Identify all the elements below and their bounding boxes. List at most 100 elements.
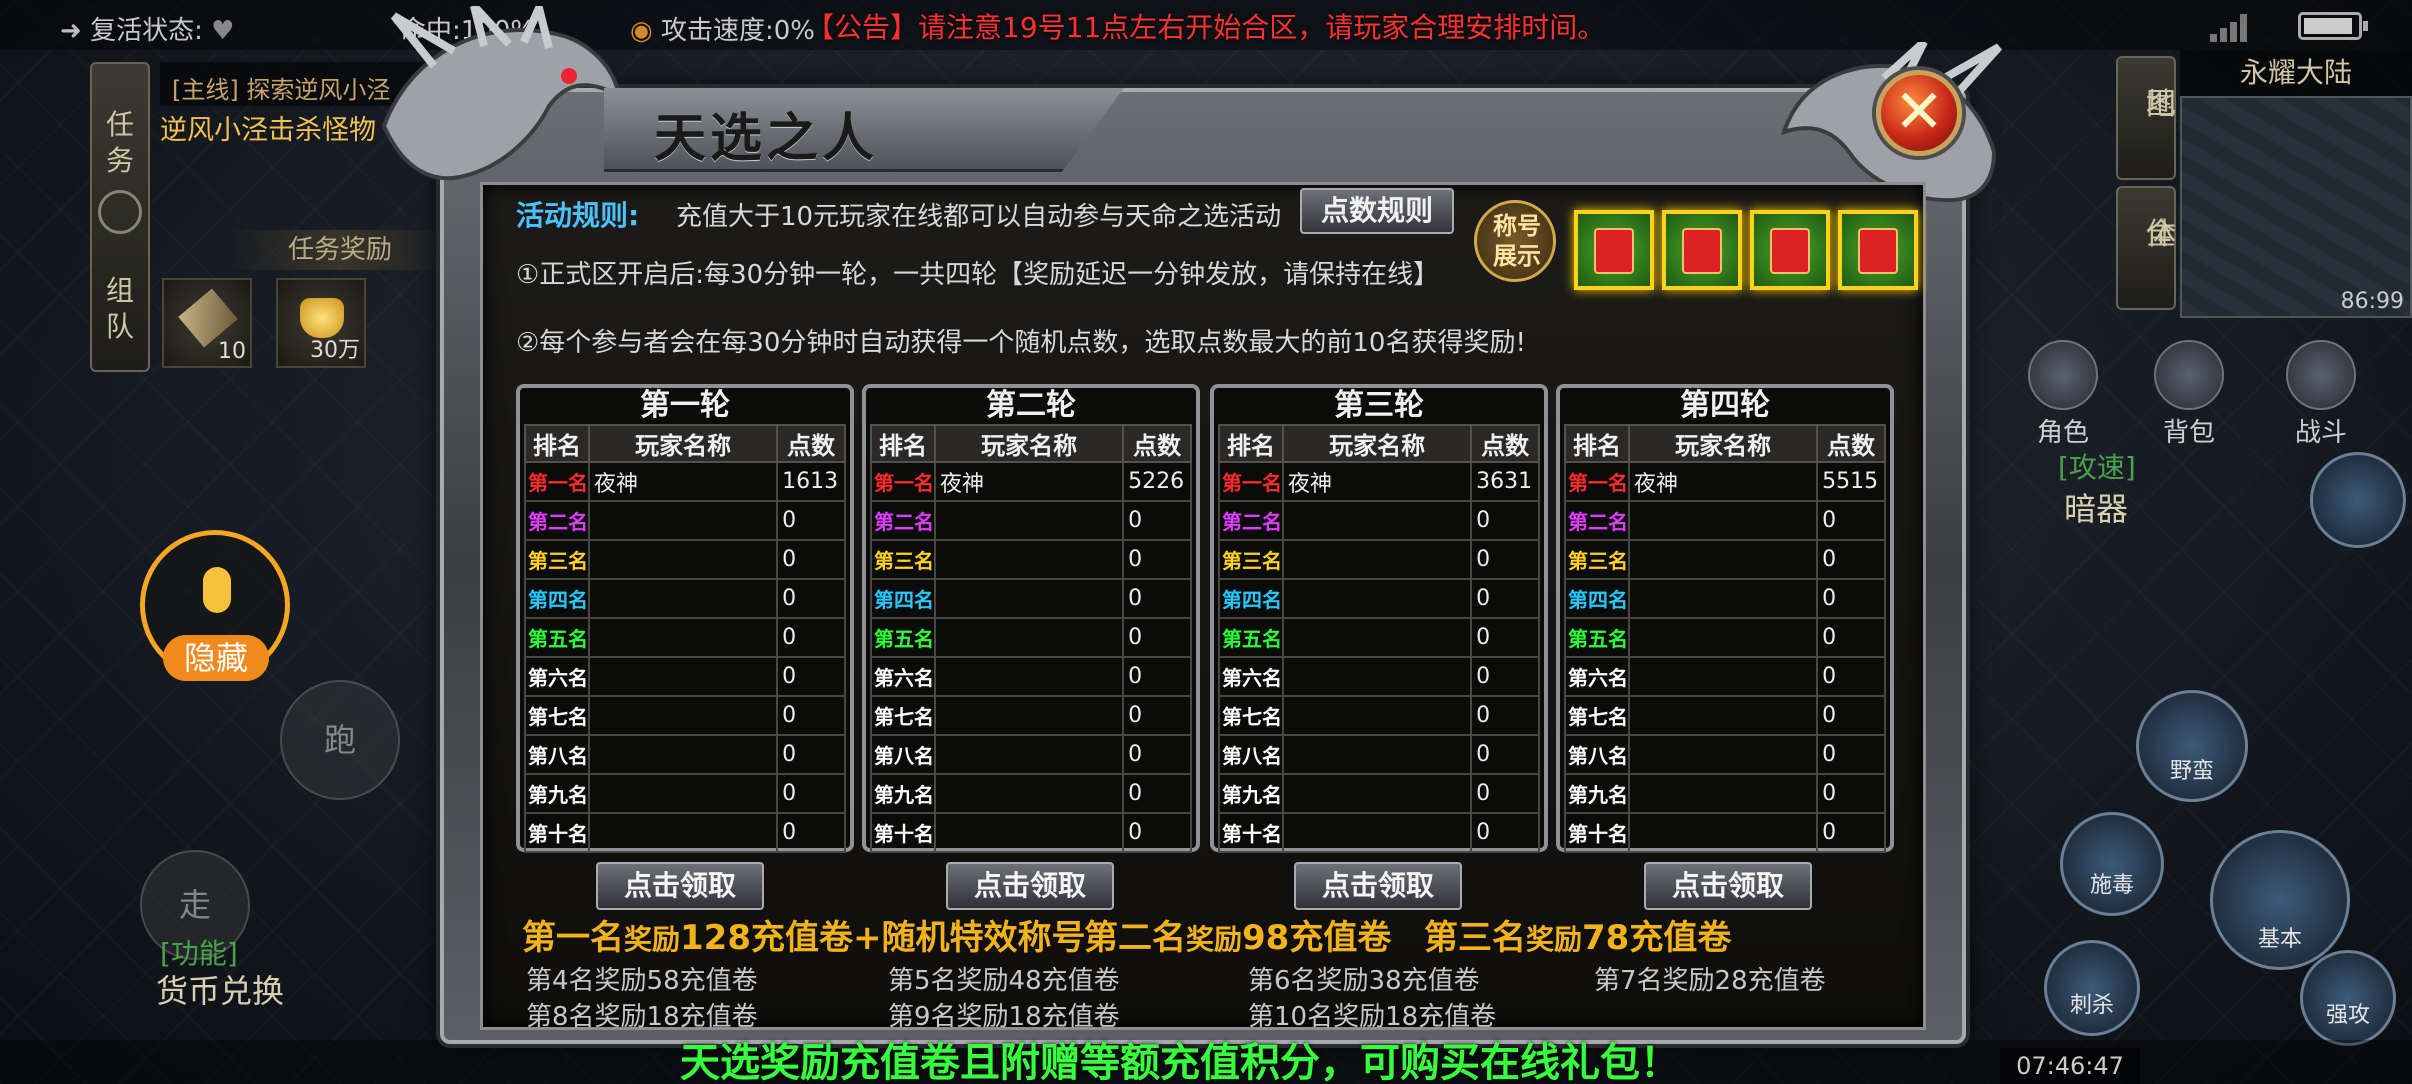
prize-first: 第一名奖励128充值卷+随机特效称号	[522, 918, 1086, 958]
dialog-title: 天选之人	[654, 108, 879, 169]
claim-button-round-1[interactable]: 点击领取	[596, 862, 764, 910]
reward-scroll-1[interactable]	[1574, 210, 1654, 290]
reward-scroll-3[interactable]	[1750, 210, 1830, 290]
scroll-icon	[1858, 228, 1898, 274]
skill-basic-attack[interactable]: 基本	[2210, 830, 2350, 970]
table-row: 第七名 0	[1218, 695, 1540, 736]
title-showcase-button[interactable]: 称号展示	[1474, 200, 1556, 282]
run-button[interactable]: 跑	[280, 680, 400, 800]
refresh-icon[interactable]	[98, 190, 142, 234]
bottom-promo-text: 天选奖励充值卷且附赠等额充值积分，可购买在线礼包！	[680, 1040, 1680, 1084]
player-name	[587, 812, 779, 853]
clock: 07:46:47	[2000, 1048, 2140, 1084]
table-row: 第一名 夜神 3631	[1218, 461, 1540, 502]
rule-line-2: ②每个参与者会在每30分钟时自动获得一个随机点数，选取点数最大的前10名获得奖励…	[516, 328, 1526, 358]
table-row: 第八名 0	[1218, 734, 1540, 775]
rank-label: 第十名	[1218, 812, 1284, 853]
all-channel-tab[interactable]: 全体	[2116, 186, 2176, 310]
rank-label: 第六名	[1564, 656, 1630, 697]
rank-label: 第七名	[870, 695, 936, 736]
skill-poison[interactable]: 施毒	[2060, 812, 2164, 916]
player-name	[1281, 734, 1473, 775]
player-points: 0	[1470, 500, 1540, 541]
col-player-name: 玩家名称	[1627, 424, 1819, 463]
skill-label: 基本	[2257, 927, 2302, 952]
bag-icon	[2154, 340, 2224, 410]
battle-menu[interactable]: 战斗	[2276, 340, 2366, 449]
rule-text: 充值大于10元玩家在线都可以自动参与天命之选活动	[676, 202, 1282, 232]
col-points: 点数	[776, 424, 846, 463]
table-row: 第二名 0	[1564, 500, 1886, 541]
reward-scroll-2[interactable]	[1662, 210, 1742, 290]
reward-scroll-4[interactable]	[1838, 210, 1918, 290]
rule-label: 活动规则:	[516, 199, 640, 232]
points-rule-button[interactable]: 点数规则	[1300, 188, 1454, 234]
claim-button-round-2[interactable]: 点击领取	[946, 862, 1114, 910]
bag-label: 背包	[2162, 418, 2215, 448]
rank-label: 第八名	[870, 734, 936, 775]
rank-label: 第四名	[1218, 578, 1284, 619]
player-points: 0	[1816, 695, 1886, 736]
skill-strong-attack[interactable]: 强攻	[2300, 950, 2396, 1046]
skill-slot-diamond[interactable]	[2310, 452, 2406, 548]
col-rank: 排名	[524, 424, 590, 463]
player-name	[1627, 773, 1819, 814]
table-row: 第七名 0	[870, 695, 1192, 736]
table-row: 第二名 0	[870, 500, 1192, 541]
rank-label: 第七名	[1218, 695, 1284, 736]
player-name	[933, 773, 1125, 814]
all-tab-label: 全体	[2146, 217, 2176, 252]
rank-label: 第九名	[524, 773, 590, 814]
rank-label: 第一名	[524, 461, 590, 502]
table-row: 第三名 0	[524, 539, 846, 580]
table-row: 第四名 0	[870, 578, 1192, 619]
team-tab-char-1: 组	[106, 274, 135, 307]
scroll-icon	[1770, 228, 1810, 274]
player-points: 0	[1816, 617, 1886, 658]
bag-menu[interactable]: 背包	[2144, 340, 2234, 449]
currency-exchange-npc[interactable]: 货币兑换	[156, 966, 284, 1012]
claim-button-round-3[interactable]: 点击领取	[1294, 862, 1462, 910]
claim-button-round-4[interactable]: 点击领取	[1644, 862, 1812, 910]
announcement-text: 【公告】请注意19号11点左右开始合区，请玩家合理安排时间。	[806, 11, 1606, 44]
player-name	[1627, 617, 1819, 658]
player-points: 0	[1816, 812, 1886, 853]
reward-item-scroll[interactable]: 10	[162, 278, 252, 368]
map-tab[interactable]: 地图	[2116, 56, 2176, 180]
voice-button[interactable]: 隐藏	[140, 530, 290, 681]
table-row: 第四名 0	[1564, 578, 1886, 619]
top-status-bar: ➜ 复活状态: ♥ 命中:100% ◉ 攻击速度:0% 【公告】请注意19号11…	[0, 0, 2412, 50]
round-title: 第三轮	[1334, 388, 1424, 423]
skill-assassinate[interactable]: 刺杀	[2044, 940, 2140, 1036]
prize-5th: 第5名奖励48充值卷	[888, 966, 1120, 996]
player-points: 5226	[1122, 461, 1192, 502]
reward-item-gold[interactable]: 30万	[276, 278, 366, 368]
rank-label: 第三名	[870, 539, 936, 580]
prize-7th: 第7名奖励28充值卷	[1594, 966, 1826, 996]
rank-label: 第七名	[524, 695, 590, 736]
player-points: 0	[1122, 812, 1192, 853]
player-points: 0	[1816, 734, 1886, 775]
rank-label: 第三名	[524, 539, 590, 580]
rank-label: 第四名	[1564, 578, 1630, 619]
title-showcase-label: 称号展示	[1493, 212, 1541, 270]
skill-label: 强攻	[2325, 1003, 2370, 1028]
player-name	[587, 617, 779, 658]
quest-objective[interactable]: 逆风小泾击杀怪物	[160, 108, 376, 147]
player-name	[1281, 617, 1473, 658]
player-points: 0	[776, 578, 846, 619]
hide-button[interactable]: 隐藏	[163, 635, 269, 681]
table-row: 第十名 0	[524, 812, 846, 853]
attack-speed-tag: [攻速]	[2058, 451, 2136, 484]
player-points: 0	[776, 773, 846, 814]
skill-savage[interactable]: 野蛮	[2136, 690, 2248, 802]
minimap[interactable]: 86:99	[2180, 96, 2412, 318]
character-menu[interactable]: 角色	[2018, 340, 2108, 449]
table-row: 第一名 夜神 5515	[1564, 461, 1886, 502]
ranking-table: 排名 玩家名称 点数 第一名 夜神 1613 第二名 0 第三名 0 第四名 0 第五名 0 第六名 0 第七名…	[524, 424, 846, 853]
hidden-weapon-npc[interactable]: 暗器	[2064, 484, 2128, 530]
quest-tab[interactable]: 任 务 组 队	[90, 62, 150, 372]
close-button[interactable]: ✕	[1876, 70, 1962, 156]
player-points: 0	[1122, 578, 1192, 619]
rank-label: 第五名	[1218, 617, 1284, 658]
